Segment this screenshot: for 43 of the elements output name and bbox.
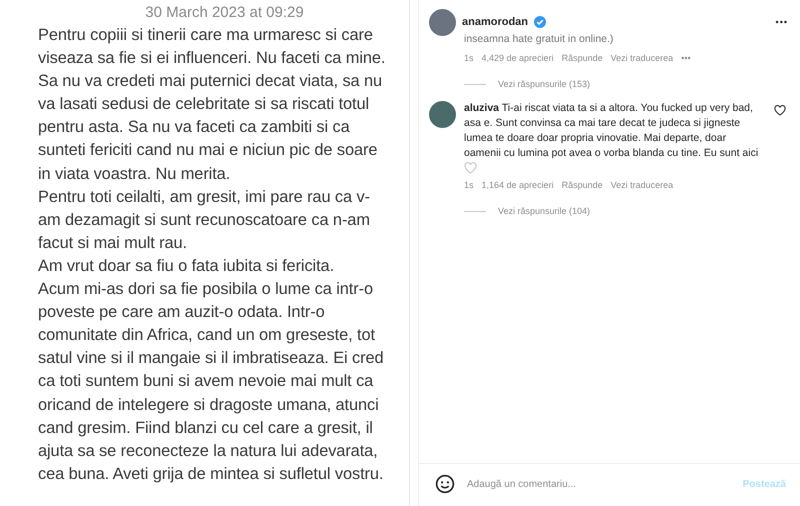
note-text-line: facut si mai mult rau. bbox=[38, 232, 188, 254]
likes-count[interactable]: 4,429 de aprecieri bbox=[482, 53, 554, 63]
note-text-line: poveste pe care am auzit-o odata. Intr-o bbox=[38, 302, 326, 324]
note-text-line: ca toti suntem buni si avem nevoie mai mult ca bbox=[38, 371, 374, 392]
comment-text: inseamna hate gratuit in online.) bbox=[464, 32, 614, 47]
smiley-face-icon[interactable] bbox=[435, 474, 455, 494]
more-options-button[interactable]: ••• bbox=[681, 53, 691, 63]
note-text-line: va lasati sedusi de celebritate si sa riscati totul bbox=[38, 94, 370, 116]
translate-link[interactable]: Vezi traducerea bbox=[610, 180, 674, 190]
comment-input-field[interactable]: Adaugă un comentariu... bbox=[465, 478, 733, 490]
translate-link[interactable]: Vezi traducerea bbox=[610, 53, 674, 63]
note-text-line: in viata voastra. Nu merita. bbox=[38, 164, 232, 185]
more-options-button[interactable]: ••• bbox=[776, 17, 788, 27]
note-text-line: cand gresim. Fiind blanzi cu cel care a gresit, il bbox=[38, 418, 374, 439]
verified-badge-icon bbox=[534, 16, 546, 28]
note-text-line: am dezamagit si sunt recunoscatoare ca n-am bbox=[38, 210, 371, 231]
note-date: 30 March 2023 at 09:29 bbox=[144, 3, 305, 23]
note-text-line: cea buna. Aveti grija de mintea si sufletul vostru. bbox=[38, 464, 384, 485]
heart-icon[interactable] bbox=[774, 105, 786, 116]
reply-link[interactable]: Răspunde bbox=[562, 53, 603, 63]
comment-text: aluziva Ti-ai riscat viata ta si a altora. You fucked up very bad, asa e. Sunt convinsa ca mai tare decat te judeca si jigneste lumea te doare doar propria vinovatie. Mai departe, doar oamenii cu lumina pot avea o vorba blanda cu tine. Eu sunt aici bbox=[464, 101, 760, 161]
view-replies-link[interactable]: Vezi răspunsurile (153) bbox=[498, 79, 590, 89]
avatar[interactable] bbox=[429, 8, 456, 36]
likes-count[interactable]: 1,164 de aprecieri bbox=[482, 180, 554, 190]
note-text-line: Pentru copiii si tinerii care ma urmaresc si care bbox=[38, 25, 374, 46]
note-text-line: satul vine si il mangaie si il imbratiseaza. Ei cred bbox=[38, 348, 385, 370]
note-text-line: viseaza sa fie si ei influenceri. Nu faceti ca mine. bbox=[38, 48, 386, 70]
note-text-line: comunitate din Africa, cand un om greseste, tot bbox=[38, 325, 376, 346]
view-replies-link[interactable]: Vezi răspunsurile (104) bbox=[498, 206, 590, 216]
heart-icon bbox=[464, 162, 477, 174]
avatar[interactable] bbox=[429, 101, 456, 128]
note-text-line: Acum mi-as dori sa fie posibila o lume ca intr-o bbox=[38, 279, 374, 300]
note-text-line: ajuta sa se reconecteze la natura lui adevarata, bbox=[38, 440, 379, 462]
note-text-line: Sa nu va credeti mai puternici decat viata, sa nu bbox=[38, 71, 384, 92]
note-text-line: Am vrut doar sa fiu o fata iubita si fericita. bbox=[38, 256, 336, 277]
username[interactable]: anamorodan bbox=[462, 16, 528, 28]
comment-time: 1s bbox=[464, 53, 474, 63]
note-text-line: oricand de intelegere si dragoste umana, atunci bbox=[38, 394, 380, 416]
comment-time: 1s bbox=[464, 180, 474, 190]
reply-link[interactable]: Răspunde bbox=[562, 180, 603, 190]
note-text-line: sunteti fericiti cand nu mai e niciun pic de soare bbox=[38, 140, 378, 162]
note-text-line: pentru asta. Sa nu va faceti ca zambiti si ca bbox=[38, 117, 351, 138]
note-text-line: Pentru toti ceilalti, am gresit, imi pare rau ca v- bbox=[38, 186, 371, 208]
